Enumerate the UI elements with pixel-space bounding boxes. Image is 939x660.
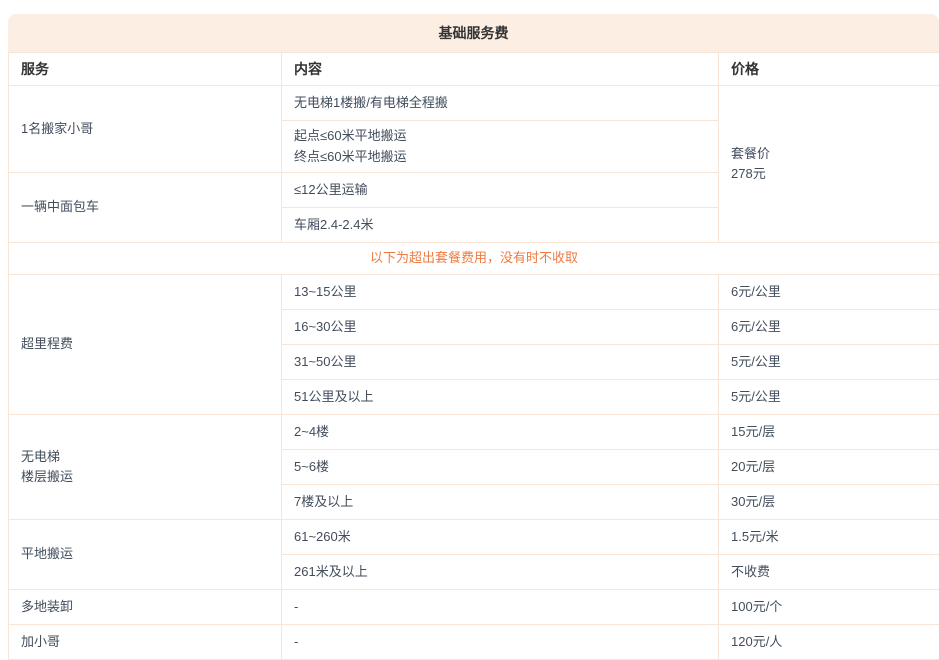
content-cell: 无电梯1楼搬/有电梯全程搬: [282, 86, 719, 121]
price-cell: 不收费: [719, 555, 939, 590]
price-cell: 20元/层: [719, 450, 939, 485]
content-cell: 16~30公里: [282, 310, 719, 345]
service-cell-mileage: 超里程费: [9, 275, 282, 415]
table-row: 平地搬运 61~260米 1.5元/米: [9, 520, 939, 555]
price-cell-package: 套餐价 278元: [719, 86, 939, 243]
price-cell: 5元/公里: [719, 380, 939, 415]
service-cell-stairs: 无电梯 楼层搬运: [9, 415, 282, 520]
table-row: 1名搬家小哥 无电梯1楼搬/有电梯全程搬 套餐价 278元: [9, 86, 939, 121]
price-cell: 5元/公里: [719, 345, 939, 380]
column-header-service: 服务: [9, 53, 282, 86]
notice-text: 以下为超出套餐费用，没有时不收取: [9, 243, 939, 275]
price-cell: 6元/公里: [719, 275, 939, 310]
pricing-card: 基础服务费 服务 内容 价格 1名搬家小哥 无电梯1楼搬/有电梯全程搬 套餐价 …: [8, 14, 939, 660]
price-cell: 15元/层: [719, 415, 939, 450]
column-header-row: 服务 内容 价格: [9, 53, 939, 86]
column-header-content: 内容: [282, 53, 719, 86]
content-cell: -: [282, 625, 719, 660]
content-cell: 车厢2.4-2.4米: [282, 208, 719, 243]
content-cell: 61~260米: [282, 520, 719, 555]
service-cell-extra-mover: 加小哥: [9, 625, 282, 660]
content-cell: 31~50公里: [282, 345, 719, 380]
table-row: 无电梯 楼层搬运 2~4楼 15元/层: [9, 415, 939, 450]
column-header-price: 价格: [719, 53, 939, 86]
service-cell-flat: 平地搬运: [9, 520, 282, 590]
service-cell-multi: 多地装卸: [9, 590, 282, 625]
content-cell: 起点≤60米平地搬运 终点≤60米平地搬运: [282, 121, 719, 173]
service-cell-mover: 1名搬家小哥: [9, 86, 282, 173]
content-cell: 13~15公里: [282, 275, 719, 310]
price-cell: 6元/公里: [719, 310, 939, 345]
content-cell: 261米及以上: [282, 555, 719, 590]
content-cell: -: [282, 590, 719, 625]
table-title: 基础服务费: [8, 14, 939, 52]
price-cell: 100元/个: [719, 590, 939, 625]
table-row: 加小哥 - 120元/人: [9, 625, 939, 660]
pricing-table: 服务 内容 价格 1名搬家小哥 无电梯1楼搬/有电梯全程搬 套餐价 278元 起…: [8, 52, 939, 660]
content-cell: ≤12公里运输: [282, 173, 719, 208]
price-cell: 1.5元/米: [719, 520, 939, 555]
content-cell: 51公里及以上: [282, 380, 719, 415]
content-cell: 5~6楼: [282, 450, 719, 485]
service-cell-van: 一辆中面包车: [9, 173, 282, 243]
table-row: 多地装卸 - 100元/个: [9, 590, 939, 625]
table-row: 超里程费 13~15公里 6元/公里: [9, 275, 939, 310]
content-cell: 7楼及以上: [282, 485, 719, 520]
notice-row: 以下为超出套餐费用，没有时不收取: [9, 243, 939, 275]
price-cell: 30元/层: [719, 485, 939, 520]
content-cell: 2~4楼: [282, 415, 719, 450]
price-cell: 120元/人: [719, 625, 939, 660]
